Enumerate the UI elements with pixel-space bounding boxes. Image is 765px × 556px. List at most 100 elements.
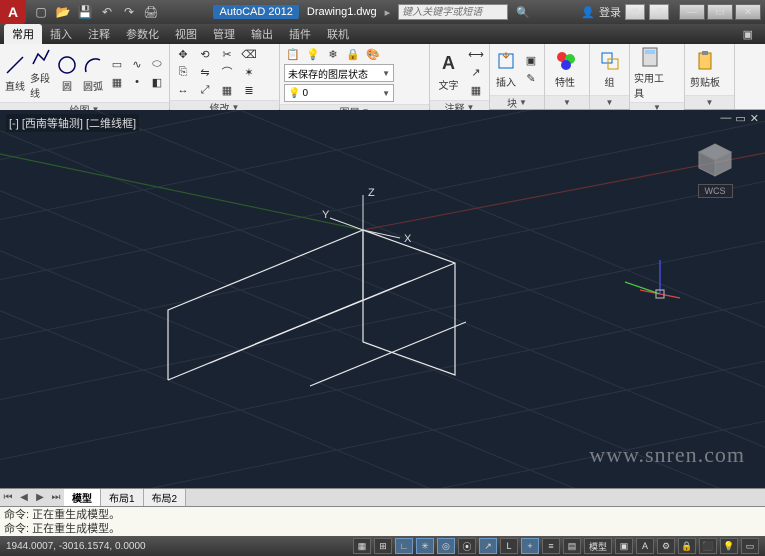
chevron-down-icon[interactable]: ▼ — [563, 98, 571, 107]
tab-first-icon[interactable]: ⏮ — [0, 492, 16, 503]
close-button[interactable]: ✕ — [735, 4, 761, 20]
layer-lock-icon[interactable]: 🔒 — [344, 46, 362, 62]
workspace-icon[interactable]: ⚙ — [657, 538, 675, 554]
search-icon[interactable]: 🔍 — [516, 6, 530, 19]
ortho-toggle[interactable]: ∟ — [395, 538, 413, 554]
ellipse-icon[interactable]: ⬭ — [148, 56, 166, 72]
layer-properties-icon[interactable]: 📋 — [284, 46, 302, 62]
chevron-down-icon[interactable]: ▼ — [706, 98, 714, 107]
command-line[interactable]: 命令: 正在重生成模型。 命令: 正在重生成模型。 — [0, 506, 765, 536]
array-icon[interactable]: ▦ — [218, 82, 236, 98]
hardware-accel-icon[interactable]: ⬛ — [699, 538, 717, 554]
viewport-maximize-icon[interactable]: ▭ — [735, 112, 745, 125]
viewport-close-icon[interactable]: ✕ — [750, 112, 759, 125]
fillet-icon[interactable]: ⌒ — [218, 64, 236, 80]
wcs-label[interactable]: WCS — [698, 184, 733, 198]
annotation-scale-icon[interactable]: A — [636, 538, 654, 554]
move-icon[interactable]: ✥ — [174, 46, 192, 62]
insert-block-button[interactable]: 插入 — [494, 50, 518, 89]
grid-toggle[interactable]: ⊞ — [374, 538, 392, 554]
tab-manage[interactable]: 管理 — [205, 24, 243, 44]
layer-color-icon[interactable]: 🎨 — [364, 46, 382, 62]
tab-prev-icon[interactable]: ◀ — [16, 492, 32, 503]
mirror-icon[interactable]: ⇋ — [196, 64, 214, 80]
search-input[interactable] — [398, 4, 508, 20]
scale-icon[interactable]: ⤢ — [196, 82, 214, 98]
snap-toggle[interactable]: ▦ — [353, 538, 371, 554]
offset-icon[interactable]: ≣ — [240, 82, 258, 98]
undo-icon[interactable]: ↶ — [98, 3, 116, 21]
layer-combo[interactable]: 💡0 ▼ — [284, 84, 394, 102]
tab-last-icon[interactable]: ⏭ — [48, 492, 64, 503]
layer-freeze-icon[interactable]: ❄ — [324, 46, 342, 62]
properties-button[interactable]: 特性 — [549, 50, 581, 89]
viewport-label[interactable]: [-] [西南等轴测] [二维线框] — [6, 114, 139, 132]
tab-model[interactable]: 模型 — [64, 489, 101, 506]
viewcube[interactable] — [695, 140, 735, 180]
tpy-toggle[interactable]: ▤ — [563, 538, 581, 554]
quickview-icon[interactable]: ▣ — [615, 538, 633, 554]
explode-icon[interactable]: ✶ — [240, 64, 258, 80]
table-icon[interactable]: ▦ — [467, 82, 485, 98]
text-button[interactable]: A 文字 — [434, 53, 463, 92]
clean-screen-icon[interactable]: ▭ — [741, 538, 759, 554]
point-icon[interactable]: • — [128, 74, 146, 90]
model-space-button[interactable]: 模型 — [584, 538, 612, 554]
copy-icon[interactable]: ⎘ — [174, 64, 192, 80]
exchange-icon[interactable]: ✖ — [625, 4, 645, 20]
save-icon[interactable]: 💾 — [76, 3, 94, 21]
ducs-toggle[interactable]: L — [500, 538, 518, 554]
create-block-icon[interactable]: ▣ — [522, 53, 540, 69]
viewport-minimize-icon[interactable]: — — [720, 112, 731, 125]
new-icon[interactable]: ▢ — [32, 3, 50, 21]
help-icon[interactable]: ? — [649, 4, 669, 20]
minimize-button[interactable]: — — [679, 4, 705, 20]
spline-icon[interactable]: ∿ — [128, 56, 146, 72]
drawing-viewport[interactable]: X Y Z [-] [西南等轴测] [二维线框] — ▭ ✕ WCS www.s… — [0, 110, 765, 488]
tab-plugins[interactable]: 插件 — [281, 24, 319, 44]
chevron-down-icon[interactable]: ▼ — [606, 98, 614, 107]
tab-layout1[interactable]: 布局1 — [101, 489, 144, 506]
maximize-button[interactable]: ▭ — [707, 4, 733, 20]
redo-icon[interactable]: ↷ — [120, 3, 138, 21]
tab-parametric[interactable]: 参数化 — [118, 24, 167, 44]
chevron-down-icon[interactable]: ▼ — [519, 98, 527, 107]
tab-online[interactable]: 联机 — [319, 24, 357, 44]
login-label[interactable]: 登录 — [599, 4, 621, 20]
erase-icon[interactable]: ⌫ — [240, 46, 258, 62]
user-icon[interactable]: 👤 — [581, 6, 595, 19]
stretch-icon[interactable]: ↔ — [174, 82, 192, 98]
polar-toggle[interactable]: ✳ — [416, 538, 434, 554]
dyn-toggle[interactable]: + — [521, 538, 539, 554]
leader-icon[interactable]: ↗ — [467, 64, 485, 80]
rectangle-icon[interactable]: ▭ — [108, 56, 126, 72]
tab-output[interactable]: 输出 — [243, 24, 281, 44]
group-button[interactable]: 组 — [594, 50, 625, 89]
lock-ui-icon[interactable]: 🔒 — [678, 538, 696, 554]
region-icon[interactable]: ◧ — [148, 74, 166, 90]
tab-insert[interactable]: 插入 — [42, 24, 80, 44]
print-icon[interactable]: 🖨 — [142, 3, 160, 21]
isolate-icon[interactable]: 💡 — [720, 538, 738, 554]
hatch-icon[interactable]: ▦ — [108, 74, 126, 90]
app-logo[interactable]: A — [0, 0, 26, 24]
tab-next-icon[interactable]: ▶ — [32, 492, 48, 503]
dimension-icon[interactable]: ⟷ — [467, 46, 485, 62]
otrack-toggle[interactable]: ↗ — [479, 538, 497, 554]
lwt-toggle[interactable]: ≡ — [542, 538, 560, 554]
3dosnap-toggle[interactable]: ⦿ — [458, 538, 476, 554]
rotate-icon[interactable]: ⟲ — [196, 46, 214, 62]
circle-button[interactable]: 圆 — [56, 54, 78, 93]
tab-view[interactable]: 视图 — [167, 24, 205, 44]
trim-icon[interactable]: ✂ — [218, 46, 236, 62]
open-icon[interactable]: 📂 — [54, 3, 72, 21]
layer-state-combo[interactable]: 未保存的图层状态 ▼ — [284, 64, 394, 82]
utilities-button[interactable]: 实用工具 — [634, 46, 666, 100]
osnap-toggle[interactable]: ◎ — [437, 538, 455, 554]
tab-layout2[interactable]: 布局2 — [144, 489, 187, 506]
edit-block-icon[interactable]: ✎ — [522, 71, 540, 87]
layer-off-icon[interactable]: 💡 — [304, 46, 322, 62]
clipboard-button[interactable]: 剪贴板 — [689, 50, 721, 89]
tab-annotate[interactable]: 注释 — [80, 24, 118, 44]
line-button[interactable]: 直线 — [4, 54, 26, 93]
